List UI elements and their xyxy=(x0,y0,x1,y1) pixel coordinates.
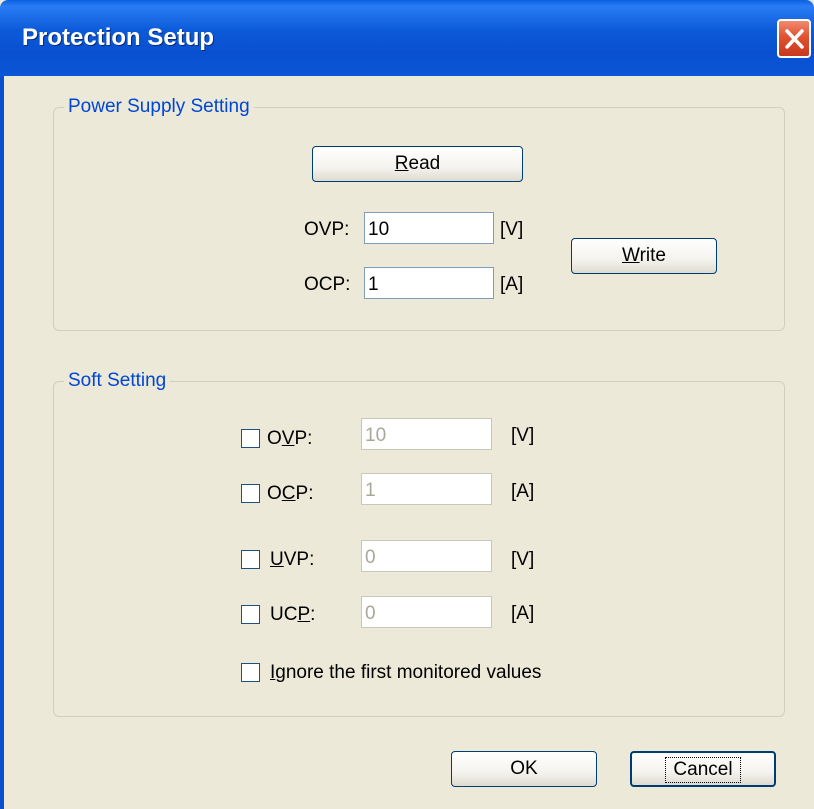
soft-setting-group-label: Soft Setting xyxy=(64,370,171,392)
cancel-button-label: Cancel xyxy=(665,757,741,783)
soft-ocp-field[interactable] xyxy=(361,473,492,505)
soft-ocp-unit: [A] xyxy=(511,481,535,502)
soft-ovp-checkbox[interactable] xyxy=(241,429,260,448)
soft-uvp-unit: [V] xyxy=(511,549,535,570)
soft-ovp-label: OVP: xyxy=(267,428,313,449)
close-button[interactable] xyxy=(777,19,811,58)
soft-uvp-label: UVP: xyxy=(270,549,315,570)
soft-uvp-checkbox[interactable] xyxy=(241,550,260,569)
close-icon xyxy=(785,29,804,49)
read-button[interactable]: Read xyxy=(312,146,523,182)
write-button-label: Write xyxy=(622,245,666,266)
ocp-unit: [A] xyxy=(500,274,524,295)
ovp-field[interactable] xyxy=(364,212,494,244)
title-bar: Protection Setup xyxy=(0,0,814,76)
read-button-label: Read xyxy=(394,153,441,174)
soft-ovp-unit: [V] xyxy=(511,425,535,446)
cancel-button[interactable]: Cancel xyxy=(630,751,776,787)
ovp-label: OVP: xyxy=(304,219,350,240)
write-button[interactable]: Write xyxy=(571,238,717,274)
soft-ocp-checkbox[interactable] xyxy=(241,484,260,503)
soft-ucp-unit: [A] xyxy=(511,603,535,624)
ovp-unit: [V] xyxy=(500,219,524,240)
ignore-first-checkbox[interactable] xyxy=(241,663,260,682)
soft-ucp-field[interactable] xyxy=(361,596,492,628)
window-title: Protection Setup xyxy=(22,24,215,51)
soft-ovp-field[interactable] xyxy=(361,418,492,450)
soft-ucp-checkbox[interactable] xyxy=(241,605,260,624)
window-frame-left xyxy=(0,76,4,809)
soft-ucp-label: UCP: xyxy=(270,604,316,625)
soft-ocp-label: OCP: xyxy=(267,483,314,504)
ocp-field[interactable] xyxy=(364,267,494,299)
ignore-first-label: Ignore the first monitored values xyxy=(270,662,542,683)
ocp-label: OCP: xyxy=(304,274,351,295)
soft-uvp-field[interactable] xyxy=(361,540,492,572)
power-supply-group-label: Power Supply Setting xyxy=(64,96,254,118)
ok-button[interactable]: OK xyxy=(451,751,597,787)
